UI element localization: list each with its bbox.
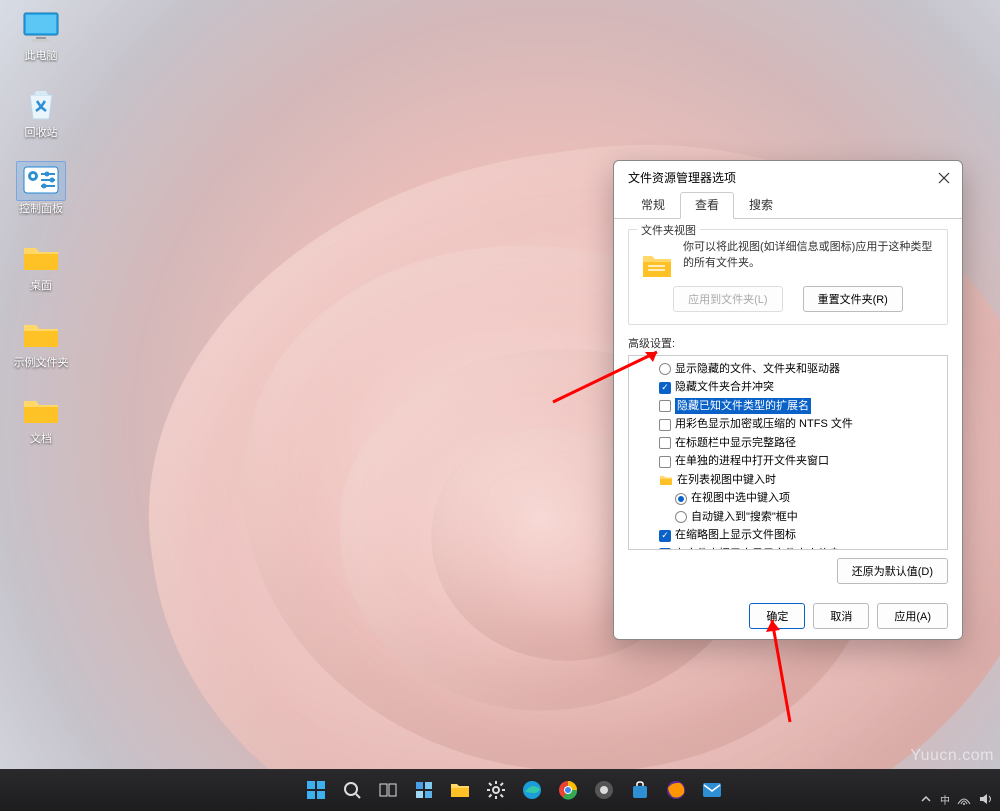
start-button[interactable] [300, 774, 332, 806]
taskbar-center [300, 774, 728, 806]
folder-views-desc: 你可以将此视图(如详细信息或图标)应用于这种类型的所有文件夹。 [683, 240, 937, 272]
folder-icon [639, 248, 675, 284]
tray-chevron-icon[interactable] [918, 791, 934, 807]
advanced-label: 高级设置: [628, 335, 948, 351]
icon-label: 控制面板 [19, 203, 63, 216]
apply-to-folders-button[interactable]: 应用到文件夹(L) [673, 286, 782, 312]
search-icon[interactable] [336, 774, 368, 806]
close-button[interactable] [938, 171, 952, 185]
app-icon[interactable] [588, 774, 620, 806]
desktop-icon-this-pc[interactable]: 此电脑 [6, 8, 76, 63]
dialog-title: 文件资源管理器选项 [628, 169, 736, 186]
dialog-tabs: 常规 查看 搜索 [614, 192, 962, 219]
desktop-icon-list: 此电脑 回收站 控制面板 桌面 示例文件夹 文档 [6, 8, 78, 468]
desktop-icon-control-panel[interactable]: 控制面板 [6, 161, 76, 216]
group-label: 文件夹视图 [637, 222, 700, 238]
tree-item[interactable]: 在单独的进程中打开文件夹窗口 [631, 452, 945, 471]
tray-language-icon[interactable]: 中 [940, 791, 950, 807]
firefox-icon[interactable] [660, 774, 692, 806]
tree-item[interactable]: 在标题栏中显示完整路径 [631, 434, 945, 453]
icon-label: 示例文件夹 [14, 357, 69, 370]
icon-label: 回收站 [25, 127, 58, 140]
reset-folders-button[interactable]: 重置文件夹(R) [803, 286, 903, 312]
dialog-titlebar: 文件资源管理器选项 [614, 161, 962, 190]
advanced-settings-tree[interactable]: 显示隐藏的文件、文件夹和驱动器隐藏文件夹合并冲突隐藏已知文件类型的扩展名用彩色显… [628, 355, 948, 550]
apply-button[interactable]: 应用(A) [877, 603, 948, 629]
desktop-icon-recycle-bin[interactable]: 回收站 [6, 85, 76, 140]
restore-defaults-button[interactable]: 还原为默认值(D) [837, 558, 948, 584]
task-view-icon[interactable] [372, 774, 404, 806]
edge-icon[interactable] [516, 774, 548, 806]
folder-views-group: 文件夹视图 你可以将此视图(如详细信息或图标)应用于这种类型的所有文件夹。 应用… [628, 229, 948, 325]
desktop-icon-folder-documents[interactable]: 文档 [6, 391, 76, 446]
tree-item[interactable]: 自动键入到"搜索"框中 [631, 508, 945, 527]
desktop-icon-folder-example[interactable]: 示例文件夹 [6, 315, 76, 370]
tree-item[interactable]: 在列表视图中键入时 [631, 471, 945, 490]
ok-button[interactable]: 确定 [749, 603, 805, 629]
tab-search[interactable]: 搜索 [734, 192, 788, 218]
tree-item[interactable]: 显示隐藏的文件、文件夹和驱动器 [631, 360, 945, 379]
icon-label: 桌面 [30, 280, 52, 293]
folder-options-dialog: 文件资源管理器选项 常规 查看 搜索 文件夹视图 你可以将此视图(如详细信息或图… [613, 160, 963, 640]
tree-item[interactable]: 隐藏已知文件类型的扩展名 [631, 397, 945, 416]
tab-view[interactable]: 查看 [680, 192, 734, 219]
chrome-icon[interactable] [552, 774, 584, 806]
icon-label: 文档 [30, 433, 52, 446]
mail-icon[interactable] [696, 774, 728, 806]
explorer-icon[interactable] [444, 774, 476, 806]
system-tray: 中 [918, 791, 994, 807]
taskbar: 中 [0, 769, 1000, 811]
tray-volume-icon[interactable] [978, 791, 994, 807]
tab-general[interactable]: 常规 [626, 192, 680, 218]
tree-item[interactable]: 隐藏文件夹合并冲突 [631, 378, 945, 397]
icon-label: 此电脑 [25, 50, 58, 63]
widgets-icon[interactable] [408, 774, 440, 806]
store-icon[interactable] [624, 774, 656, 806]
cancel-button[interactable]: 取消 [813, 603, 869, 629]
tree-item[interactable]: 在视图中选中键入项 [631, 489, 945, 508]
watermark: Yuucn.com [910, 747, 994, 765]
tree-item[interactable]: 在缩略图上显示文件图标 [631, 526, 945, 545]
tree-item[interactable]: 用彩色显示加密或压缩的 NTFS 文件 [631, 415, 945, 434]
settings-icon[interactable] [480, 774, 512, 806]
desktop-icon-folder-desktop[interactable]: 桌面 [6, 238, 76, 293]
tray-network-icon[interactable] [956, 791, 972, 807]
